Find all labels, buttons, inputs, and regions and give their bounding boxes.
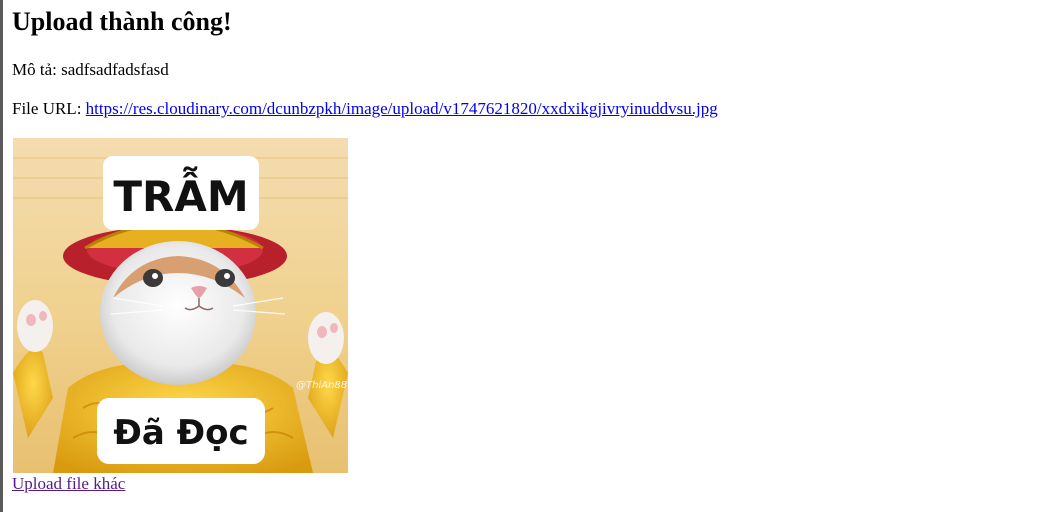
description-line: Mô tả: sadfsadfadsfasd [12, 60, 169, 80]
description-label: Mô tả: [12, 60, 57, 79]
page-title: Upload thành công! [12, 7, 232, 36]
image-top-caption: TRẪM [113, 165, 248, 221]
file-url-line: File URL: https://res.cloudinary.com/dcu… [12, 99, 718, 119]
window-left-edge [0, 0, 3, 512]
image-watermark: @ThiAn88 [296, 380, 347, 391]
image-bottom-caption: Đã Đọc [113, 413, 248, 453]
uploaded-image: TRẪM Đã Đọc @ThiAn88 [13, 138, 348, 473]
description-value: sadfsadfadsfasd [61, 60, 169, 79]
file-url-link[interactable]: https://res.cloudinary.com/dcunbzpkh/ima… [86, 99, 718, 118]
file-url-label: File URL: [12, 99, 82, 118]
upload-another-link[interactable]: Upload file khác [12, 474, 125, 494]
